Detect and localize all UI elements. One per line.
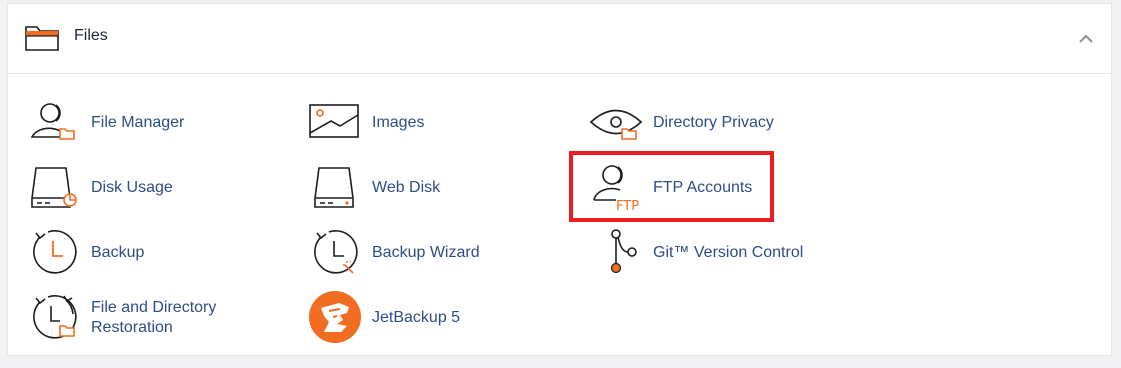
item-label: Backup <box>91 244 145 261</box>
item-label: Images <box>372 114 425 131</box>
section-title: Files <box>74 27 108 44</box>
item-label: Backup Wizard <box>372 244 480 261</box>
item-label: Directory Privacy <box>653 114 774 131</box>
jetbackup-logo-icon <box>309 291 361 343</box>
chevron-up-icon[interactable] <box>1075 28 1097 50</box>
restore-folder-icon <box>33 295 77 339</box>
file-manager-icon <box>30 103 75 140</box>
eye-folder-icon <box>589 109 643 140</box>
item-label: Web Disk <box>372 179 441 196</box>
files-panel: Files File Manager Images Directory Priv… <box>7 3 1112 356</box>
panel-header[interactable]: Files <box>8 4 1111 74</box>
git-branch-icon <box>610 229 637 274</box>
disk-usage-icon <box>31 167 77 208</box>
item-label: JetBackup 5 <box>372 309 461 326</box>
backup-wizard-icon <box>314 230 358 274</box>
item-label: File and Directory Restoration <box>91 299 217 336</box>
item-label: Git™ Version Control <box>653 244 804 261</box>
item-file-manager[interactable]: File Manager <box>26 95 246 151</box>
folder-icon <box>25 26 59 51</box>
item-jetbackup-5[interactable]: JetBackup 5 <box>307 290 507 346</box>
item-backup[interactable]: Backup <box>26 225 246 281</box>
item-backup-wizard[interactable]: Backup Wizard <box>307 225 527 281</box>
highlight-box <box>569 151 774 222</box>
backup-clock-icon <box>33 230 77 274</box>
item-web-disk[interactable]: Web Disk <box>307 160 507 216</box>
item-images[interactable]: Images <box>307 95 507 151</box>
item-directory-privacy[interactable]: Directory Privacy <box>588 95 818 151</box>
item-label: Disk Usage <box>91 179 173 196</box>
item-file-and-directory-restoration[interactable]: File and Directory Restoration <box>26 290 256 346</box>
item-label: File Manager <box>91 114 185 131</box>
item-git-version-control[interactable]: Git™ Version Control <box>588 225 828 281</box>
item-disk-usage[interactable]: Disk Usage <box>26 160 246 216</box>
web-disk-icon <box>314 167 354 208</box>
image-icon <box>309 104 359 138</box>
